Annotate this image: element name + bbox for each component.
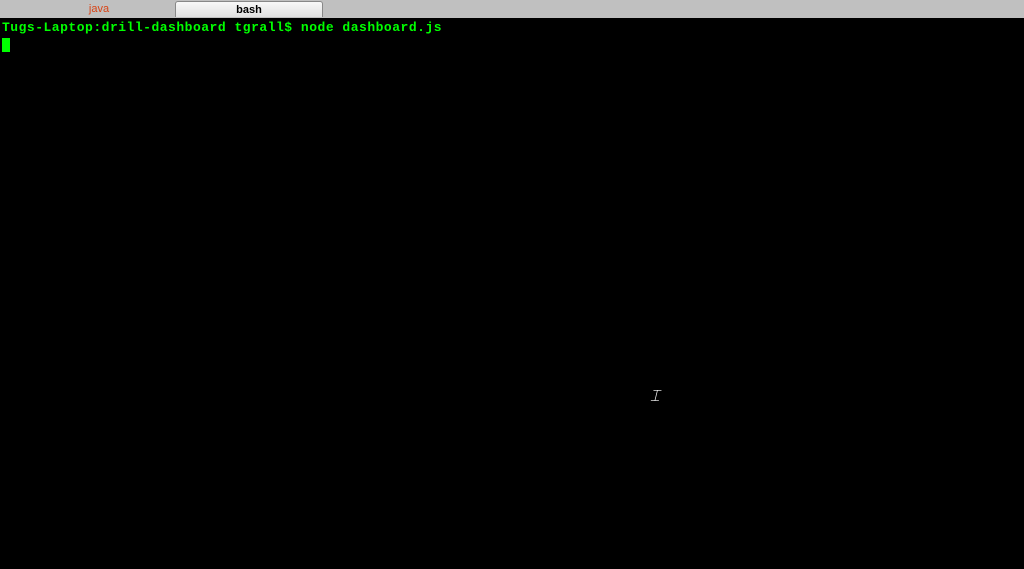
prompt-host-separator: : xyxy=(93,20,101,35)
tab-java[interactable]: java xyxy=(25,1,173,17)
tab-bash[interactable]: bash xyxy=(175,1,323,17)
terminal-prompt-line: Tugs-Laptop:drill-dashboard tgrall$ node… xyxy=(2,20,1022,36)
prompt-user-separator: $ xyxy=(284,20,292,35)
prompt-user: tgrall xyxy=(234,20,284,35)
terminal[interactable]: Tugs-Laptop:drill-dashboard tgrall$ node… xyxy=(0,18,1024,569)
cursor-block xyxy=(2,38,10,52)
terminal-cursor-line xyxy=(2,36,1022,52)
text-cursor-icon: ⌶ xyxy=(650,388,660,406)
prompt-path: drill-dashboard xyxy=(102,20,227,35)
tab-bar: java bash xyxy=(0,0,1024,18)
prompt-host: Tugs-Laptop xyxy=(2,20,93,35)
command-text: node dashboard.js xyxy=(301,20,442,35)
